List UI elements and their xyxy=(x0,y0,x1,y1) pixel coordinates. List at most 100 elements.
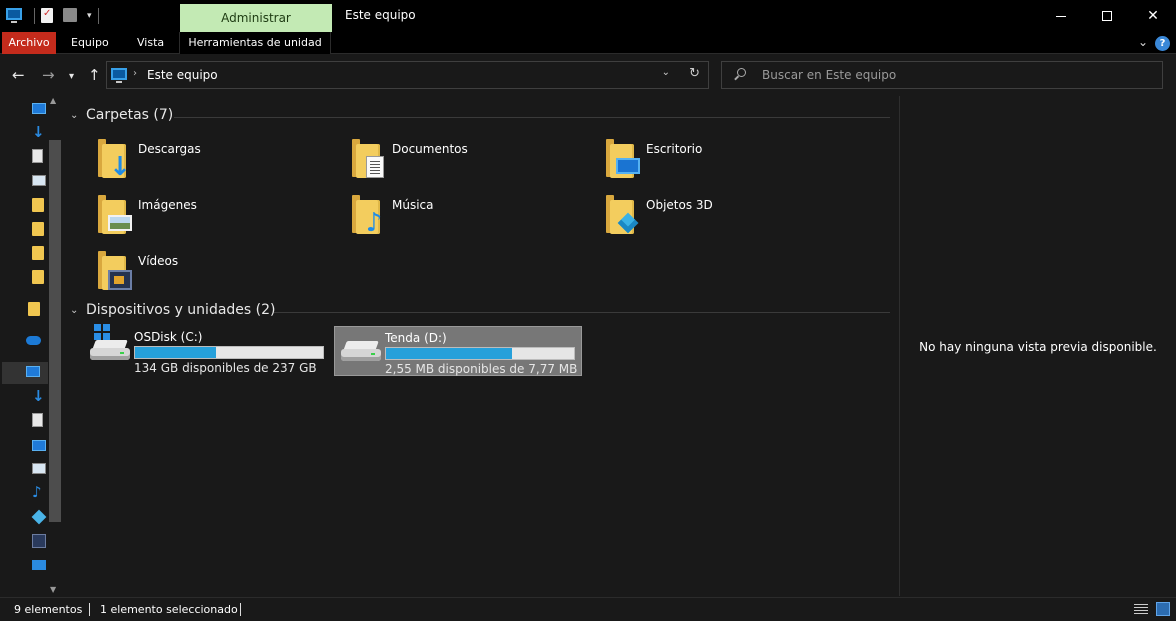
drives-group-header[interactable]: ⌄ Dispositivos y unidades (2) xyxy=(70,302,276,318)
folder-icon[interactable] xyxy=(32,246,44,260)
chevron-down-icon[interactable]: ⌄ xyxy=(70,305,86,316)
drive-free-space: 2,55 MB disponibles de 7,77 MB xyxy=(385,362,578,376)
folder-imagenes[interactable]: Imágenes xyxy=(92,192,332,242)
drive-usage-bar xyxy=(134,346,324,359)
divider xyxy=(274,312,890,313)
desktop-icon[interactable] xyxy=(32,440,46,451)
drive-usage-bar xyxy=(385,347,575,360)
downloads-icon[interactable]: ↓ xyxy=(32,389,46,404)
this-pc-icon[interactable] xyxy=(26,366,40,377)
minimize-button[interactable] xyxy=(1038,0,1084,32)
search-input[interactable] xyxy=(762,66,1152,84)
folder-label: Descargas xyxy=(138,142,201,156)
documents-icon[interactable] xyxy=(32,413,43,427)
large-icons-view-icon[interactable] xyxy=(1156,602,1170,616)
search-box[interactable] xyxy=(721,61,1163,89)
folder-icon[interactable] xyxy=(32,270,44,284)
breadcrumb-chevron-icon[interactable]: › xyxy=(133,68,137,79)
downloads-folder-icon: ↓ xyxy=(92,136,132,180)
address-bar[interactable]: › Este equipo ⌄ ↻ xyxy=(106,61,709,89)
maximize-icon xyxy=(1102,11,1112,21)
ribbon-tabs: Archivo Equipo Vista Herramientas de uni… xyxy=(0,32,1176,54)
chevron-down-icon[interactable]: ⌄ xyxy=(662,67,670,78)
folder-documentos[interactable]: Documentos xyxy=(346,136,586,186)
downloads-icon[interactable]: ↓ xyxy=(32,125,46,140)
search-icon xyxy=(734,68,746,80)
toolbar-separator xyxy=(97,8,99,24)
desktop-folder-icon xyxy=(600,136,640,180)
folder-musica[interactable]: ♪ Música xyxy=(346,192,586,242)
group-title: Dispositivos y unidades (2) xyxy=(86,302,276,318)
close-icon: ✕ xyxy=(1147,8,1159,24)
title-bar: ▾ Administrar Este equipo ✕ xyxy=(0,0,1176,32)
computer-icon[interactable] xyxy=(6,8,22,24)
help-icon[interactable]: ? xyxy=(1155,36,1170,51)
folder-objetos-3d[interactable]: Objetos 3D xyxy=(600,192,840,242)
selection-count: 1 elemento seleccionado xyxy=(100,603,238,616)
divider xyxy=(174,117,890,118)
minimize-icon xyxy=(1056,15,1066,17)
item-count: 9 elementos xyxy=(14,603,83,616)
tab-drive-tools[interactable]: Herramientas de unidad xyxy=(179,32,331,54)
folder-escritorio[interactable]: Escritorio xyxy=(600,136,840,186)
status-separator xyxy=(89,603,90,616)
tab-archivo[interactable]: Archivo xyxy=(2,32,56,54)
refresh-icon[interactable]: ↻ xyxy=(689,66,700,81)
chevron-down-icon[interactable]: ⌄ xyxy=(1138,35,1148,49)
folder-descargas[interactable]: ↓ Descargas xyxy=(92,136,332,186)
scroll-down-icon[interactable]: ▼ xyxy=(50,585,56,594)
recent-locations-icon[interactable]: ▾ xyxy=(69,69,74,85)
windows-logo-icon xyxy=(94,324,110,340)
contextual-tab-manage[interactable]: Administrar xyxy=(180,4,332,32)
up-arrow-icon[interactable]: ↑ xyxy=(88,67,101,83)
drive-free-space: 134 GB disponibles de 237 GB xyxy=(134,361,317,375)
nav-scrollbar-thumb[interactable] xyxy=(49,140,61,522)
tab-equipo[interactable]: Equipo xyxy=(71,32,109,54)
details-view-icon[interactable] xyxy=(1134,603,1148,615)
folder-label: Música xyxy=(392,198,434,212)
folder-label: Vídeos xyxy=(138,254,179,268)
properties-icon[interactable] xyxy=(41,8,57,24)
videos-icon[interactable] xyxy=(32,534,46,548)
forward-arrow-icon[interactable]: → xyxy=(42,67,55,83)
desktop-icon[interactable] xyxy=(32,103,46,114)
folder-icon[interactable] xyxy=(32,198,44,212)
documents-icon[interactable] xyxy=(32,149,43,163)
computer-icon xyxy=(111,68,127,84)
toolbar-separator xyxy=(34,8,35,24)
pictures-icon[interactable] xyxy=(32,175,46,186)
tab-vista[interactable]: Vista xyxy=(137,32,164,54)
status-bar: 9 elementos 1 elemento seleccionado xyxy=(0,597,1176,621)
breadcrumb[interactable]: Este equipo xyxy=(147,68,218,82)
maximize-button[interactable] xyxy=(1084,0,1130,32)
folder-icon[interactable] xyxy=(28,302,40,316)
network-drive-icon[interactable] xyxy=(32,560,46,570)
close-button[interactable]: ✕ xyxy=(1130,0,1176,32)
onedrive-icon[interactable] xyxy=(26,336,41,345)
folder-videos[interactable]: Vídeos xyxy=(92,248,332,298)
back-arrow-icon[interactable]: ← xyxy=(12,67,25,83)
music-icon[interactable]: ♪ xyxy=(32,485,46,500)
3d-objects-icon[interactable] xyxy=(31,509,47,525)
preview-pane: No hay ninguna vista previa disponible. xyxy=(899,96,1176,596)
content-area: ⌄ Carpetas (7) ↓ Descargas Documentos Es… xyxy=(64,96,899,596)
drive-osdisk[interactable]: OSDisk (C:) 134 GB disponibles de 237 GB xyxy=(84,324,332,376)
folder-label: Imágenes xyxy=(138,198,197,212)
drive-tenda[interactable]: Tenda (D:) 2,55 MB disponibles de 7,77 M… xyxy=(334,326,582,376)
new-folder-icon[interactable] xyxy=(63,8,79,24)
folders-group-header[interactable]: ⌄ Carpetas (7) xyxy=(70,107,173,123)
scroll-up-icon[interactable]: ▲ xyxy=(50,96,56,105)
customize-toolbar-icon[interactable]: ▾ xyxy=(87,11,92,21)
navigation-bar: ← → ▾ ↑ › Este equipo ⌄ ↻ xyxy=(0,55,1176,95)
folder-icon[interactable] xyxy=(32,222,44,236)
videos-folder-icon xyxy=(92,248,132,292)
pictures-folder-icon xyxy=(92,192,132,236)
nav-scrollbar[interactable]: ▲ ▼ xyxy=(48,96,62,594)
documents-folder-icon xyxy=(346,136,386,180)
preview-message: No hay ninguna vista previa disponible. xyxy=(919,340,1157,354)
pictures-icon[interactable] xyxy=(32,463,46,474)
folder-label: Escritorio xyxy=(646,142,703,156)
chevron-down-icon[interactable]: ⌄ xyxy=(70,110,86,121)
group-title: Carpetas (7) xyxy=(86,107,174,123)
music-folder-icon: ♪ xyxy=(346,192,386,236)
